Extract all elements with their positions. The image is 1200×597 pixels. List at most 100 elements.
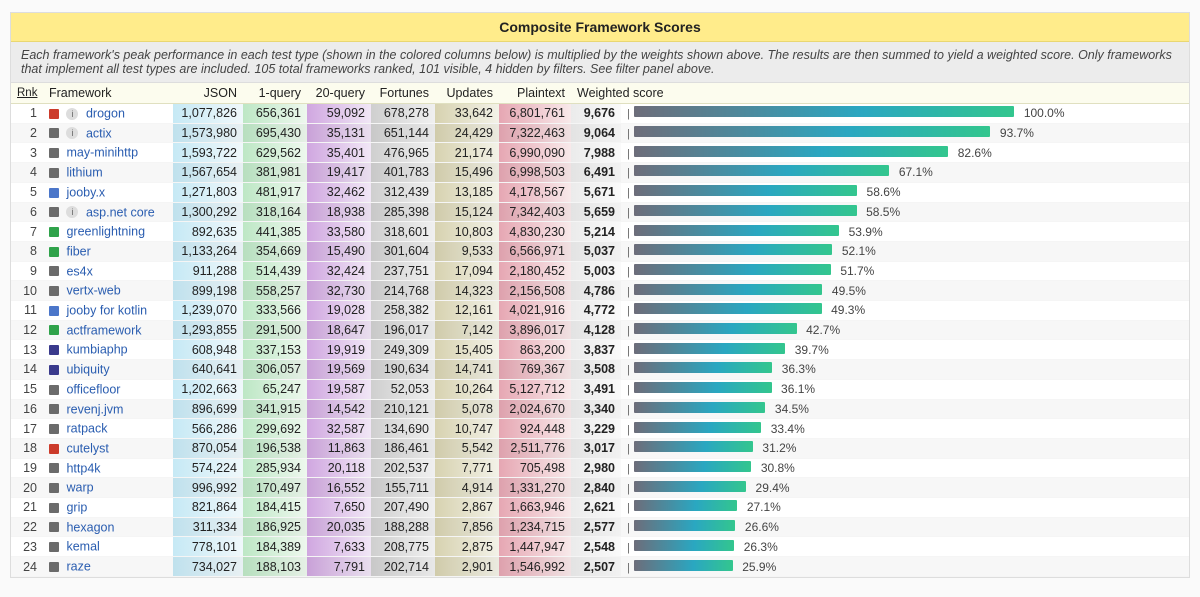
col-framework[interactable]: Framework — [43, 83, 173, 104]
col-json[interactable]: JSON — [173, 83, 243, 104]
col-1query[interactable]: 1-query — [243, 83, 307, 104]
framework-cell[interactable]: kumbiaphp — [43, 340, 173, 360]
col-updates[interactable]: Updates — [435, 83, 499, 104]
framework-link[interactable]: revenj.jvm — [66, 402, 123, 416]
twenty-query-cell: 35,401 — [307, 143, 371, 163]
framework-cell[interactable]: ratpack — [43, 419, 173, 439]
updates-cell: 17,094 — [435, 261, 499, 281]
framework-link[interactable]: vertx-web — [66, 284, 120, 298]
bar-origin: | — [627, 207, 630, 219]
framework-link[interactable]: jooby for kotlin — [66, 304, 147, 318]
twenty-query-cell: 18,938 — [307, 202, 371, 222]
framework-cell[interactable]: greenlightning — [43, 222, 173, 242]
framework-link[interactable]: jooby.x — [66, 186, 105, 200]
framework-link[interactable]: ubiquity — [66, 363, 109, 377]
framework-cell[interactable]: jooby for kotlin — [43, 301, 173, 321]
info-icon[interactable]: i — [66, 206, 78, 218]
framework-link[interactable]: cutelyst — [66, 442, 108, 456]
framework-link[interactable]: drogon — [86, 107, 125, 121]
color-swatch — [49, 562, 59, 572]
percent-label: 25.9% — [742, 560, 776, 574]
one-query-cell: 291,500 — [243, 320, 307, 340]
framework-cell[interactable]: ubiquity — [43, 360, 173, 380]
rank-cell: 4 — [11, 163, 43, 183]
weighted-cell: 9,064 — [571, 123, 621, 143]
percent-label: 36.3% — [782, 362, 816, 376]
json-cell: 566,286 — [173, 419, 243, 439]
updates-cell: 12,161 — [435, 301, 499, 321]
info-icon[interactable]: i — [66, 108, 78, 120]
framework-link[interactable]: kumbiaphp — [66, 343, 127, 357]
score-bar — [634, 323, 796, 334]
col-plaintext[interactable]: Plaintext — [499, 83, 571, 104]
framework-link[interactable]: es4x — [66, 264, 92, 278]
framework-cell[interactable]: vertx-web — [43, 281, 173, 301]
framework-link[interactable]: actframework — [66, 323, 141, 337]
bar-cell: | 26.6% — [621, 517, 1189, 537]
framework-link[interactable]: grip — [66, 501, 87, 515]
col-weighted[interactable]: Weighted score — [571, 83, 1189, 104]
framework-cell[interactable]: jooby.x — [43, 182, 173, 202]
framework-cell[interactable]: may-minihttp — [43, 143, 173, 163]
framework-link[interactable]: actix — [86, 126, 112, 140]
json-cell: 892,635 — [173, 222, 243, 242]
json-cell: 1,202,663 — [173, 379, 243, 399]
framework-link[interactable]: warp — [66, 481, 93, 495]
framework-link[interactable]: asp.net core — [86, 205, 155, 219]
framework-cell[interactable]: i drogon — [43, 104, 173, 124]
json-cell: 1,271,803 — [173, 182, 243, 202]
rank-cell: 1 — [11, 104, 43, 124]
color-swatch — [49, 503, 59, 513]
framework-link[interactable]: http4k — [66, 461, 100, 475]
one-query-cell: 381,981 — [243, 163, 307, 183]
framework-link[interactable]: lithium — [66, 166, 102, 180]
framework-cell[interactable]: kemal — [43, 537, 173, 557]
percent-label: 58.6% — [867, 185, 901, 199]
rank-cell: 9 — [11, 261, 43, 281]
framework-cell[interactable]: lithium — [43, 163, 173, 183]
framework-cell[interactable]: grip — [43, 498, 173, 518]
framework-cell[interactable]: es4x — [43, 261, 173, 281]
framework-cell[interactable]: hexagon — [43, 517, 173, 537]
framework-link[interactable]: fiber — [66, 245, 90, 259]
percent-label: 39.7% — [795, 343, 829, 357]
fortunes-cell: 188,288 — [371, 517, 435, 537]
bar-cell: | 58.5% — [621, 202, 1189, 222]
table-row: 24 raze 734,027 188,103 7,791 202,714 2,… — [11, 557, 1189, 577]
weighted-cell: 3,229 — [571, 419, 621, 439]
bar-origin: | — [627, 364, 630, 376]
framework-link[interactable]: officefloor — [66, 383, 120, 397]
weighted-cell: 5,214 — [571, 222, 621, 242]
framework-link[interactable]: greenlightning — [66, 225, 145, 239]
framework-cell[interactable]: revenj.jvm — [43, 399, 173, 419]
framework-link[interactable]: kemal — [66, 540, 99, 554]
score-bar — [634, 244, 832, 255]
framework-link[interactable]: raze — [66, 560, 90, 574]
percent-label: 67.1% — [899, 165, 933, 179]
col-20query[interactable]: 20-query — [307, 83, 371, 104]
percent-label: 52.1% — [842, 244, 876, 258]
framework-cell[interactable]: cutelyst — [43, 438, 173, 458]
framework-cell[interactable]: http4k — [43, 458, 173, 478]
framework-cell[interactable]: raze — [43, 557, 173, 577]
framework-cell[interactable]: i actix — [43, 123, 173, 143]
framework-link[interactable]: ratpack — [66, 422, 107, 436]
col-fortunes[interactable]: Fortunes — [371, 83, 435, 104]
bar-cell: | 29.4% — [621, 478, 1189, 498]
updates-cell: 7,142 — [435, 320, 499, 340]
framework-link[interactable]: hexagon — [66, 520, 114, 534]
scores-table: Rnk Framework JSON 1-query 20-query Fort… — [11, 83, 1189, 577]
rank-cell: 2 — [11, 123, 43, 143]
framework-cell[interactable]: i asp.net core — [43, 202, 173, 222]
plaintext-cell: 7,322,463 — [499, 123, 571, 143]
updates-cell: 7,856 — [435, 517, 499, 537]
framework-cell[interactable]: actframework — [43, 320, 173, 340]
color-swatch — [49, 542, 59, 552]
framework-cell[interactable]: officefloor — [43, 379, 173, 399]
plaintext-cell: 6,801,761 — [499, 104, 571, 124]
info-icon[interactable]: i — [66, 127, 78, 139]
framework-cell[interactable]: warp — [43, 478, 173, 498]
framework-cell[interactable]: fiber — [43, 241, 173, 261]
col-rank[interactable]: Rnk — [11, 83, 43, 104]
framework-link[interactable]: may-minihttp — [66, 146, 138, 160]
